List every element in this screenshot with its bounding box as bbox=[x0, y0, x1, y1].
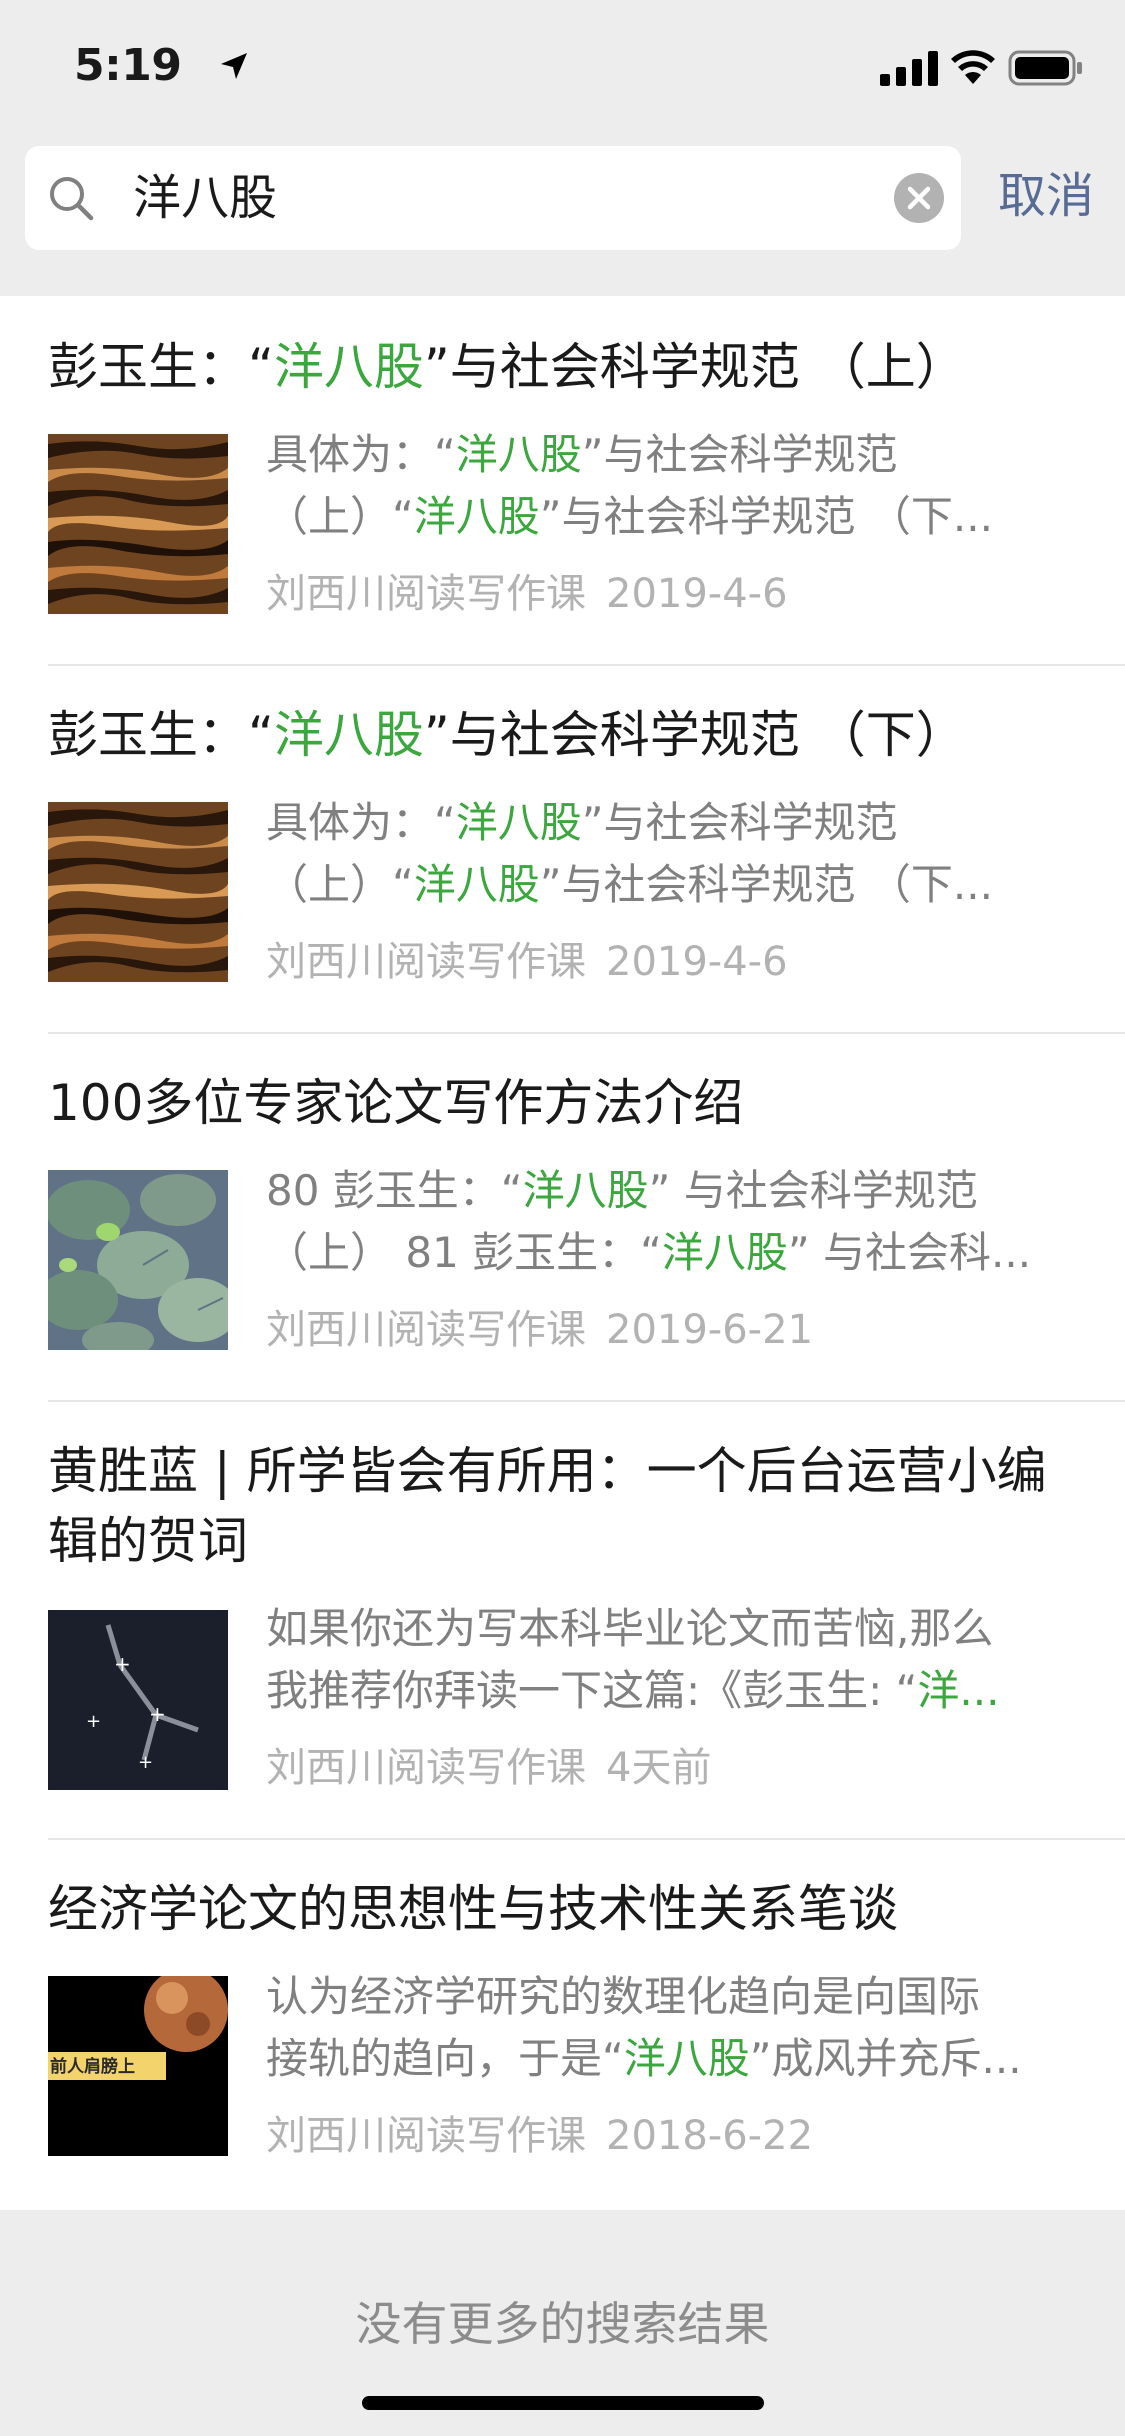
result-snippet: 如果你还为写本科毕业论文而苦恼,那么 我推荐你拜读一下这篇:《彭玉生: “洋..… bbox=[266, 1604, 1000, 1715]
search-result-item[interactable]: 黄胜蓝 | 所学皆会有所用：一个后台运营小编辑的贺词 + + + + 如果你还为… bbox=[0, 1402, 1125, 1840]
svg-text:+: + bbox=[149, 1702, 166, 1726]
result-source: 刘西川阅读写作课 bbox=[266, 571, 586, 617]
search-result-item[interactable]: 100多位专家论文写作方法介绍 80 彭玉生：“洋八股” 与社会科学规范 （上）… bbox=[0, 1034, 1125, 1402]
result-title: 经济学论文的思想性与技术性关系笔谈 bbox=[48, 1880, 898, 1938]
search-bar[interactable]: 洋八股 bbox=[25, 146, 961, 250]
no-more-results-text: 没有更多的搜索结果 bbox=[355, 2297, 770, 2351]
home-indicator[interactable] bbox=[362, 2396, 764, 2410]
wifi-icon bbox=[951, 50, 995, 84]
svg-text:+: + bbox=[86, 1711, 101, 1732]
status-bar: 5:19 bbox=[0, 0, 1125, 140]
result-thumbnail bbox=[48, 1170, 228, 1350]
result-snippet: 具体为：“洋八股”与社会科学规范 （上）“洋八股”与社会科学规范 （下... bbox=[266, 430, 993, 541]
search-result-item[interactable]: 彭玉生：“洋八股”与社会科学规范 （下） 具体为：“洋八股”与社会科学规范 （上… bbox=[0, 666, 1125, 1034]
result-date: 4天前 bbox=[606, 1745, 712, 1791]
result-title: 彭玉生：“洋八股”与社会科学规范 （下） bbox=[48, 706, 966, 764]
result-thumbnail bbox=[48, 434, 228, 614]
search-input[interactable]: 洋八股 bbox=[133, 168, 277, 228]
result-thumbnail: 前人肩膀上 bbox=[48, 1976, 228, 2156]
result-date: 2019-6-21 bbox=[606, 1307, 814, 1353]
result-snippet: 80 彭玉生：“洋八股” 与社会科学规范 （上） 81 彭玉生：“洋八股” 与社… bbox=[266, 1166, 1032, 1277]
cellular-signal-icon bbox=[880, 51, 938, 86]
result-meta: 刘西川阅读写作课 2019-4-6 bbox=[266, 936, 788, 988]
svg-text:+: + bbox=[114, 1652, 131, 1676]
clear-search-icon[interactable] bbox=[893, 172, 945, 224]
result-meta: 刘西川阅读写作课 2019-4-6 bbox=[266, 568, 788, 620]
location-arrow-icon bbox=[221, 53, 247, 79]
result-date: 2019-4-6 bbox=[606, 939, 788, 985]
result-snippet: 认为经济学研究的数理化趋向是向国际 接轨的趋向，于是“洋八股”成风并充斥... bbox=[266, 1972, 1022, 2083]
result-thumbnail bbox=[48, 802, 228, 982]
search-icon bbox=[50, 177, 94, 221]
cancel-button[interactable]: 取消 bbox=[998, 166, 1094, 226]
status-time: 5:19 bbox=[74, 40, 182, 91]
result-date: 2018-6-22 bbox=[606, 2113, 814, 2159]
result-meta: 刘西川阅读写作课 2018-6-22 bbox=[266, 2110, 813, 2162]
search-result-item[interactable]: 彭玉生：“洋八股”与社会科学规范 （上） 具体为：“洋八股”与社会科学规范 （上… bbox=[0, 296, 1125, 666]
result-source: 刘西川阅读写作课 bbox=[266, 939, 586, 985]
battery-icon bbox=[1008, 50, 1082, 86]
search-results: 彭玉生：“洋八股”与社会科学规范 （上） 具体为：“洋八股”与社会科学规范 （上… bbox=[0, 296, 1125, 2210]
result-meta: 刘西川阅读写作课 2019-6-21 bbox=[266, 1304, 813, 1356]
result-source: 刘西川阅读写作课 bbox=[266, 1745, 586, 1791]
svg-text:+: + bbox=[138, 1752, 153, 1773]
result-snippet: 具体为：“洋八股”与社会科学规范 （上）“洋八股”与社会科学规范 （下... bbox=[266, 798, 993, 909]
search-result-item[interactable]: 经济学论文的思想性与技术性关系笔谈 前人肩膀上 认为经济学研究的数理化趋向是向国… bbox=[0, 1840, 1125, 2210]
result-source: 刘西川阅读写作课 bbox=[266, 1307, 586, 1353]
result-source: 刘西川阅读写作课 bbox=[266, 2113, 586, 2159]
result-title: 100多位专家论文写作方法介绍 bbox=[48, 1074, 744, 1132]
result-date: 2019-4-6 bbox=[606, 571, 788, 617]
result-title: 黄胜蓝 | 所学皆会有所用：一个后台运营小编辑的贺词 bbox=[48, 1442, 1047, 1570]
result-meta: 刘西川阅读写作课 4天前 bbox=[266, 1742, 711, 1794]
result-thumbnail: + + + + bbox=[48, 1610, 228, 1790]
result-title: 彭玉生：“洋八股”与社会科学规范 （上） bbox=[48, 338, 966, 396]
thumbnail-caption: 前人肩膀上 bbox=[50, 2057, 135, 2077]
